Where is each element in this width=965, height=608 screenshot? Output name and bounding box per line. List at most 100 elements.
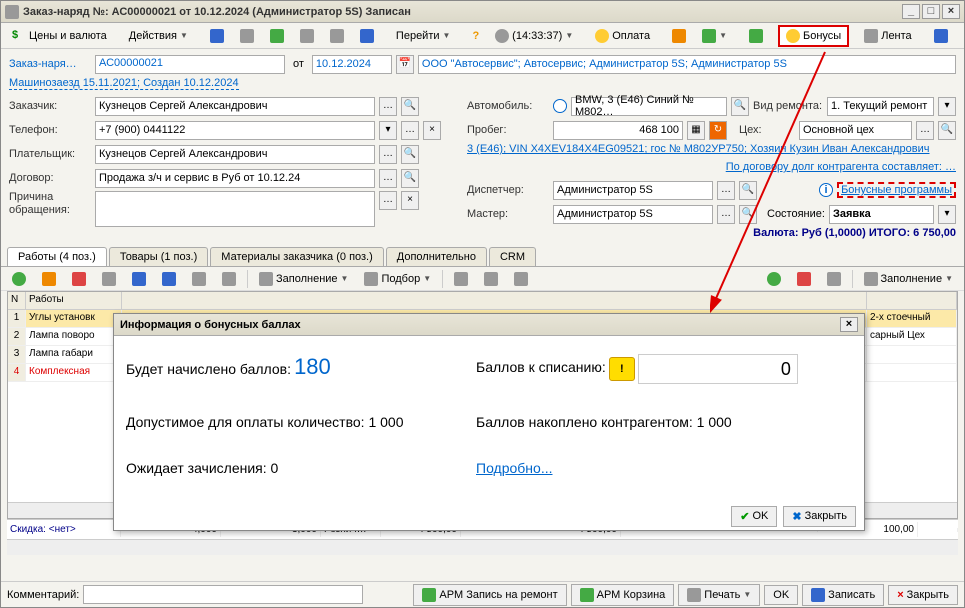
writeoff-value[interactable]: 0 [638, 354, 798, 384]
arm-basket-button[interactable]: АРМ Корзина [571, 584, 675, 606]
popup-close-x[interactable]: × [840, 317, 858, 332]
tb-icon-4[interactable] [293, 26, 321, 46]
reason-clear[interactable]: × [401, 191, 419, 210]
payer-input[interactable]: Кузнецов Сергей Александрович [95, 145, 375, 164]
minimize-button[interactable]: _ [902, 4, 920, 19]
dispatcher-open[interactable]: 🔍 [739, 181, 757, 200]
print-button[interactable]: Печать▼ [678, 584, 760, 606]
prices-currency-button[interactable]: $Цены и валюта [5, 26, 114, 46]
auto-open[interactable]: 🔍 [731, 97, 749, 116]
payer-pick[interactable]: … [379, 145, 397, 164]
col-n[interactable]: N [8, 292, 26, 309]
mileage-refresh[interactable]: ↻ [709, 121, 727, 140]
stamps-link[interactable]: Машинозаезд 15.11.2021; Создан 10.12.202… [9, 77, 239, 90]
row-delete-button-2[interactable] [790, 269, 818, 289]
comment-input[interactable] [83, 585, 363, 604]
fill-dropdown-2[interactable]: Заполнение▼ [857, 269, 960, 289]
master-open[interactable]: 🔍 [739, 205, 757, 224]
dispatcher-pick[interactable]: … [717, 181, 735, 200]
shop-pick[interactable]: … [916, 121, 934, 140]
col-work[interactable]: Работы [26, 292, 122, 309]
details-link[interactable]: Подробно... [476, 460, 553, 476]
tb-end-2[interactable] [957, 26, 964, 46]
goto-dropdown[interactable]: Перейти▼ [389, 27, 458, 45]
tab-works[interactable]: Работы (4 поз.) [7, 247, 107, 266]
tb-icon-5[interactable] [323, 26, 351, 46]
shop-input[interactable]: Основной цех [799, 121, 912, 140]
actions-dropdown[interactable]: Действия▼ [122, 27, 195, 45]
save-button[interactable]: Записать [802, 584, 884, 606]
close-button[interactable]: ×Закрыть [888, 585, 958, 605]
tab-crm[interactable]: CRM [489, 247, 536, 266]
tab-goods[interactable]: Товары (1 поз.) [109, 247, 208, 266]
close-window-button[interactable]: × [942, 4, 960, 19]
vin-link[interactable]: 3 (E46); VIN X4XEV184X4EG09521; гос № М8… [467, 143, 930, 155]
subtb-extra-3[interactable] [507, 269, 535, 289]
repair-dd[interactable]: ▾ [938, 97, 956, 116]
shop-open[interactable]: 🔍 [938, 121, 956, 140]
maximize-button[interactable]: □ [922, 4, 940, 19]
phone-clear[interactable]: × [423, 121, 441, 140]
arm-record-button[interactable]: АРМ Запись на ремонт [413, 584, 566, 606]
debt-link[interactable]: По договору долг контрагента составляет:… [726, 161, 956, 173]
tb-chart-icon[interactable] [665, 26, 693, 46]
master-pick[interactable]: … [717, 205, 735, 224]
tb-icon-2[interactable] [233, 26, 261, 46]
fill-dropdown[interactable]: Заполнение▼ [252, 269, 355, 289]
contract-pick[interactable]: … [379, 169, 397, 188]
summary-hscroll[interactable] [7, 539, 958, 555]
contract-input[interactable]: Продажа з/ч и сервис в Руб от 10.12.24 [95, 169, 375, 188]
bonus-button[interactable]: Бонусы [778, 25, 849, 47]
subtb-extra-2[interactable] [477, 269, 505, 289]
tb-end-1[interactable] [927, 26, 955, 46]
reason-input[interactable] [95, 191, 375, 227]
mileage-step[interactable]: ▦ [687, 121, 705, 140]
subtb-extra-1[interactable] [447, 269, 475, 289]
customer-pick[interactable]: … [379, 97, 397, 116]
row-props-button-2[interactable] [820, 269, 848, 289]
master-input[interactable]: Администратор 5S [553, 205, 713, 224]
popup-close-button[interactable]: ✖Закрыть [783, 506, 856, 527]
clock-button[interactable]: (14:33:37)▼ [488, 26, 580, 46]
state-dd[interactable]: ▾ [938, 205, 956, 224]
customer-input[interactable]: Кузнецов Сергей Александрович [95, 97, 375, 116]
pick-dropdown[interactable]: Подбор▼ [357, 269, 438, 289]
row-up-button[interactable] [125, 269, 153, 289]
dispatcher-input[interactable]: Администратор 5S [553, 181, 713, 200]
popup-ok-button[interactable]: ✔OK [731, 506, 777, 527]
tb-icon-1[interactable] [203, 26, 231, 46]
doc-date-input[interactable]: 10.12.2024 [312, 55, 392, 74]
row-delete-button[interactable] [65, 269, 93, 289]
phone-input[interactable]: +7 (900) 0441122 [95, 121, 375, 140]
row-edit-button[interactable] [35, 269, 63, 289]
tb-icon-3[interactable] [263, 26, 291, 46]
sort-desc-button[interactable] [215, 269, 243, 289]
payer-open[interactable]: 🔍 [401, 145, 419, 164]
doc-number-input[interactable]: АС00000021 [95, 55, 285, 74]
row-add-button-2[interactable] [760, 269, 788, 289]
auto-input[interactable]: BMW, 3 (E46) Синий № М802… [571, 97, 727, 116]
customer-open[interactable]: 🔍 [401, 97, 419, 116]
phone-dd[interactable]: ▾ [379, 121, 397, 140]
sort-asc-button[interactable] [185, 269, 213, 289]
tab-materials[interactable]: Материалы заказчика (0 поз.) [210, 247, 384, 266]
mileage-input[interactable]: 468 100 [553, 121, 683, 140]
help-button[interactable]: ? [465, 27, 486, 45]
state-input[interactable]: Заявка [829, 205, 934, 224]
row-copy-button[interactable] [95, 269, 123, 289]
phone-pick[interactable]: … [401, 121, 419, 140]
tb-grid-icon[interactable] [742, 26, 770, 46]
bonus-programs-link[interactable]: Бонусные программы [841, 184, 952, 196]
ok-button[interactable]: OK [764, 585, 798, 605]
tb-icon-6[interactable] [353, 26, 381, 46]
org-input[interactable]: ООО "Автосервис"; Автосервис; Администра… [418, 55, 956, 74]
tab-extra[interactable]: Дополнительно [386, 247, 487, 266]
repair-input[interactable]: 1. Текущий ремонт [827, 97, 934, 116]
contract-open[interactable]: 🔍 [401, 169, 419, 188]
feed-button[interactable]: Лента [857, 26, 918, 46]
row-add-button[interactable] [5, 269, 33, 289]
reason-pick[interactable]: … [379, 191, 397, 210]
tb-box-icon[interactable]: ▼ [695, 26, 734, 46]
calendar-button[interactable]: 📅 [396, 55, 414, 74]
row-down-button[interactable] [155, 269, 183, 289]
